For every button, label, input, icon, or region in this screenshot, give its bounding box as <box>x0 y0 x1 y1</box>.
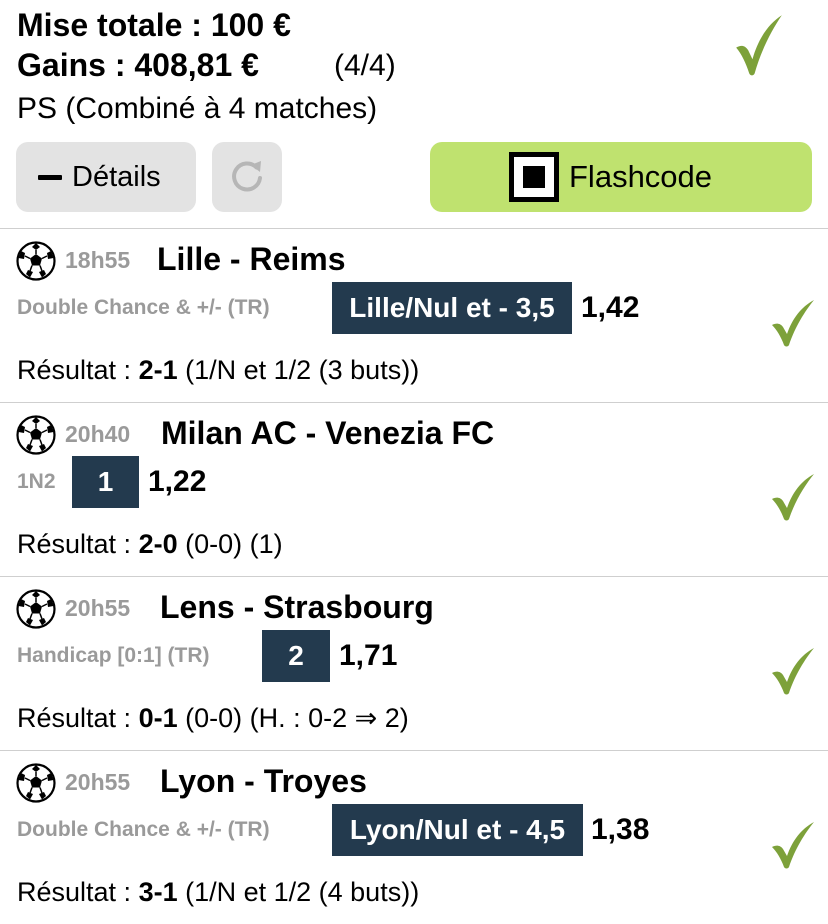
collapse-minus-icon <box>38 174 62 180</box>
match-teams: Lens - Strasbourg <box>160 589 434 625</box>
bet-type: PS (Combiné à 4 matches) <box>17 92 378 125</box>
match-result: Résultat : 2-1 (1/N et 1/2 (3 buts)) <box>17 355 420 385</box>
refresh-icon <box>232 161 262 192</box>
football-icon <box>16 241 56 281</box>
flashcode-label: Flashcode <box>569 159 713 194</box>
match-teams: Lille - Reims <box>157 241 346 277</box>
match-time: 18h55 <box>65 247 131 273</box>
won-check-icon <box>770 647 816 695</box>
details-toggle-button[interactable]: Détails <box>16 142 196 212</box>
details-label: Détails <box>72 160 161 193</box>
won-count: (4/4) <box>334 49 396 82</box>
qr-code-icon <box>509 152 559 202</box>
flashcode-button[interactable]: Flashcode <box>430 142 812 212</box>
match-result: Résultat : 2-0 (0-0) (1) <box>17 529 283 559</box>
final-score: 2-1 <box>138 355 178 385</box>
bet-odds: 1,42 <box>581 291 640 324</box>
match-row: 20h55 Lens - Strasbourg Handicap [0:1] (… <box>0 577 828 750</box>
total-gains: Gains : 408,81 € <box>17 47 259 83</box>
bet-selection: 1 <box>72 456 139 508</box>
won-check-icon <box>770 821 816 869</box>
bet-market: Double Chance & +/- (TR) <box>17 296 270 319</box>
bet-selection: Lyon/Nul et - 4,5 <box>332 804 583 856</box>
bet-selection: 2 <box>262 630 330 682</box>
match-teams: Lyon - Troyes <box>160 763 367 799</box>
football-icon <box>16 415 56 455</box>
bet-selection: Lille/Nul et - 3,5 <box>332 282 572 334</box>
match-time: 20h55 <box>65 769 131 795</box>
won-check-icon <box>770 299 816 347</box>
final-score: 3-1 <box>138 877 178 907</box>
bet-market: Double Chance & +/- (TR) <box>17 818 270 841</box>
football-icon <box>16 763 56 803</box>
bet-market: 1N2 <box>17 470 56 493</box>
match-time: 20h40 <box>65 421 131 447</box>
refresh-button[interactable] <box>212 142 282 212</box>
football-icon <box>16 589 56 629</box>
bet-summary: Mise totale : 100 € Gains : 408,81 € (4/… <box>0 0 828 228</box>
match-result: Résultat : 0-1 (0-0) (H. : 0-2 ⇒ 2) <box>17 703 409 733</box>
match-row: 20h40 Milan AC - Venezia FC 1N2 1 1,22 R… <box>0 403 828 576</box>
bet-market: Handicap [0:1] (TR) <box>17 644 210 667</box>
bet-odds: 1,38 <box>591 813 650 846</box>
bet-won-check-icon <box>734 14 784 76</box>
won-check-icon <box>770 473 816 521</box>
match-row: 20h55 Lyon - Troyes Double Chance & +/- … <box>0 751 828 924</box>
match-result: Résultat : 3-1 (1/N et 1/2 (4 buts)) <box>17 877 420 907</box>
match-row: 18h55 Lille - Reims Double Chance & +/- … <box>0 229 828 402</box>
final-score: 0-1 <box>138 703 178 733</box>
final-score: 2-0 <box>138 529 178 559</box>
bet-odds: 1,22 <box>148 465 207 498</box>
bet-odds: 1,71 <box>339 639 398 672</box>
total-stake: Mise totale : 100 € <box>17 7 291 43</box>
match-teams: Milan AC - Venezia FC <box>161 415 495 451</box>
match-time: 20h55 <box>65 595 131 621</box>
